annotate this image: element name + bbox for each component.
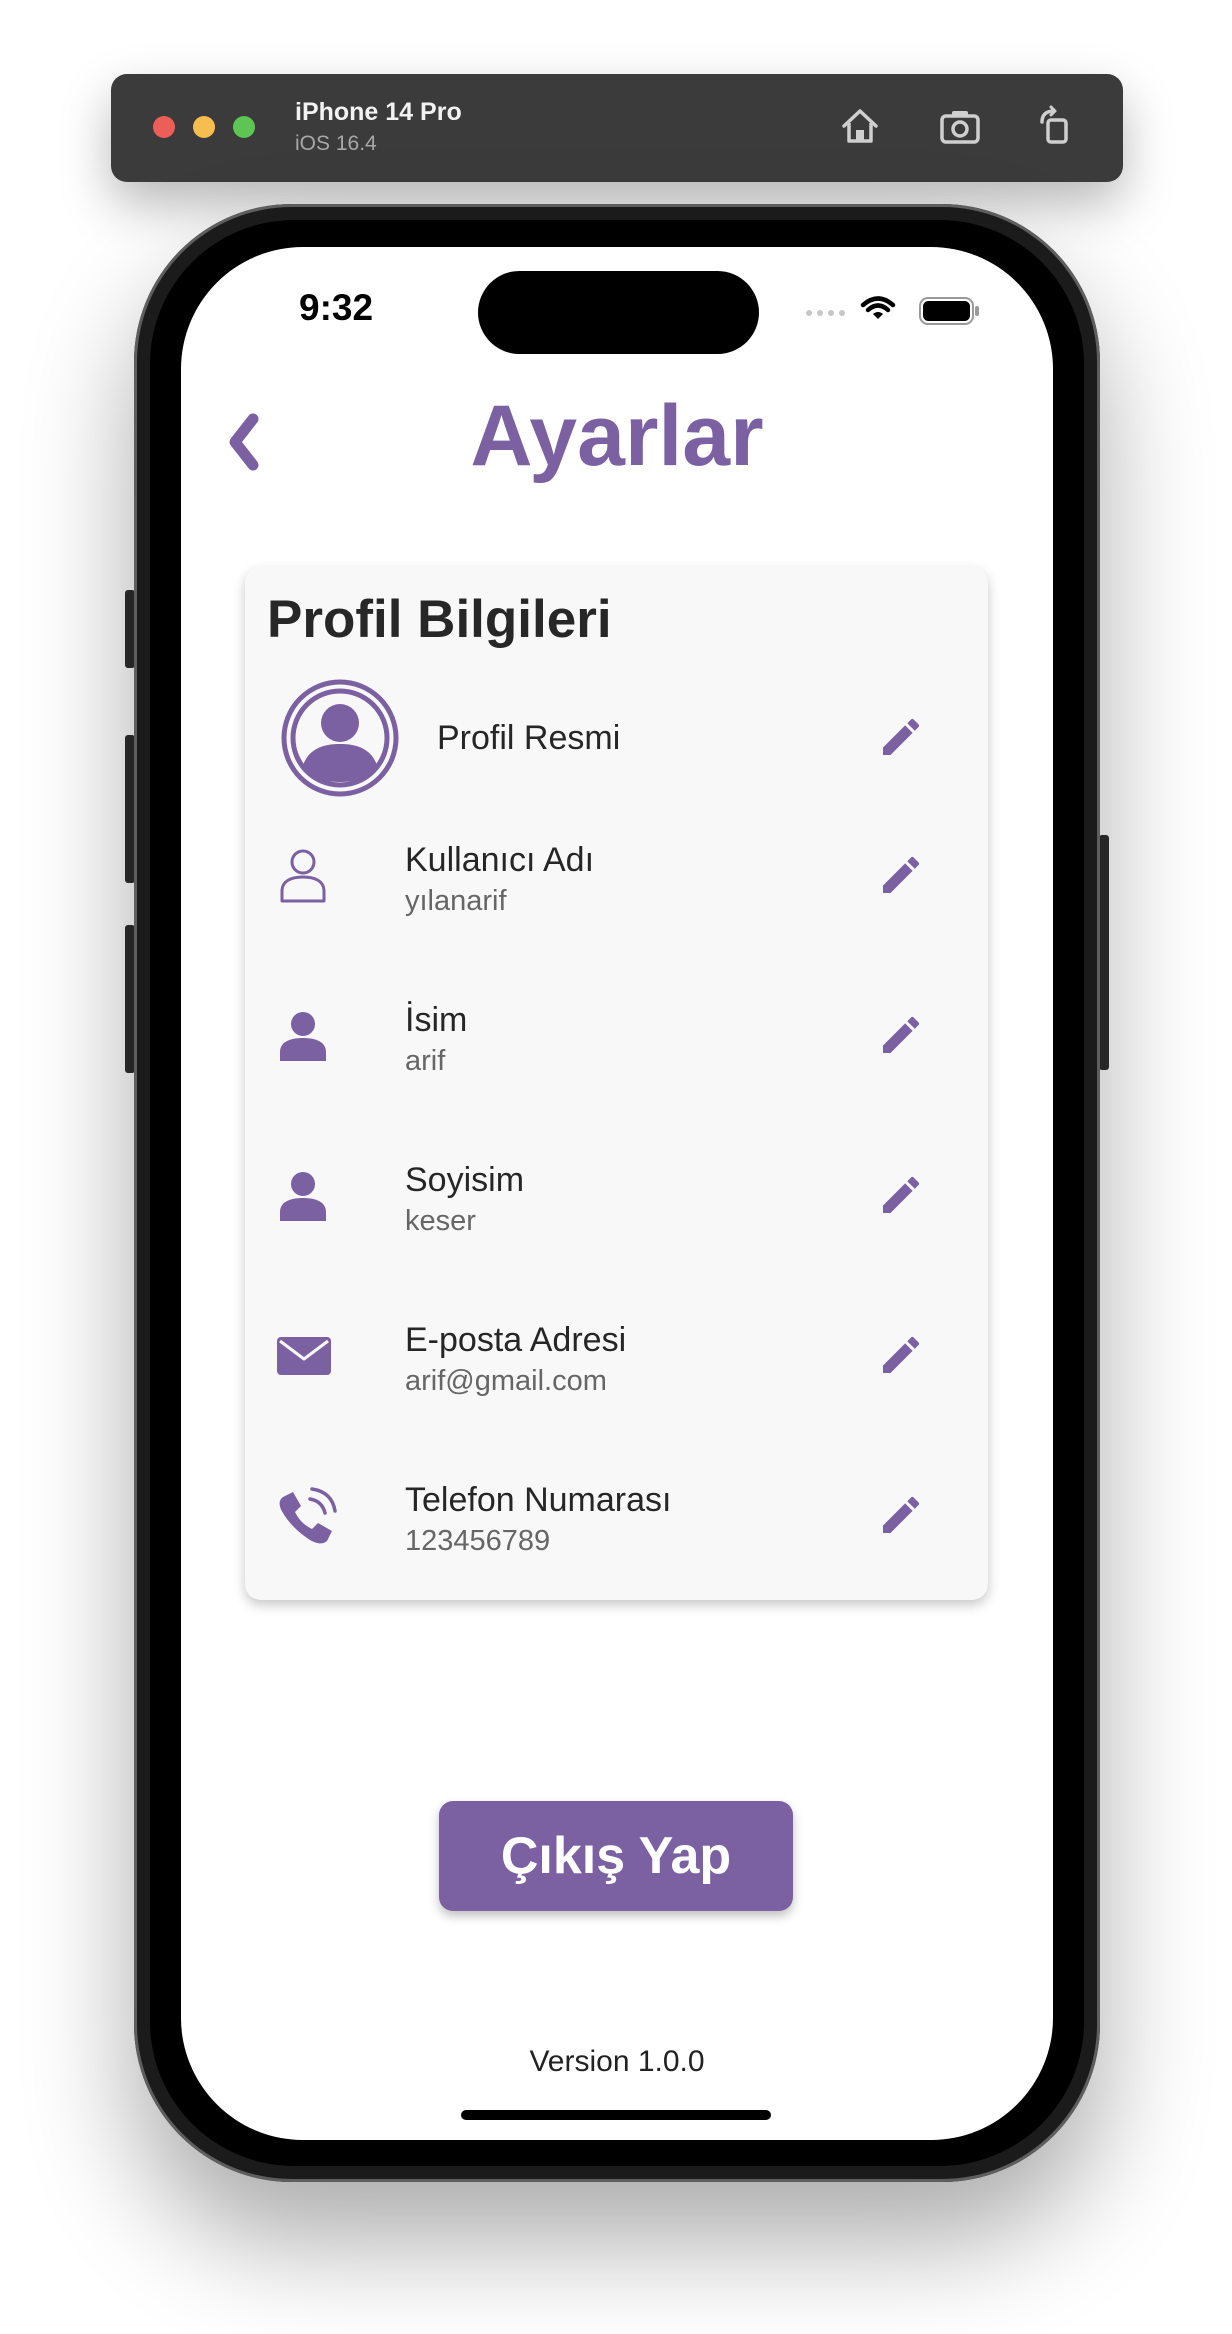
- simulator-window: iPhone 14 Pro iOS 16.4 9:32 Ayarlar Prof…: [0, 0, 1232, 2334]
- rotate-icon[interactable]: [1032, 102, 1080, 150]
- zoom-window-button[interactable]: [233, 116, 255, 138]
- phone-icon: [279, 1487, 337, 1544]
- home-indicator[interactable]: [461, 2110, 771, 2120]
- last-name-value: keser: [405, 1205, 476, 1237]
- home-icon[interactable]: [836, 102, 884, 150]
- user-outline-icon: [280, 849, 326, 903]
- edit-phone-number-icon[interactable]: [877, 1491, 925, 1539]
- last-name-label: Soyisim: [405, 1161, 525, 1199]
- status-icons: [806, 296, 979, 325]
- phone-number-value: 123456789: [405, 1525, 551, 1557]
- username-label: Kullanıcı Adı: [405, 841, 595, 879]
- first-name-row[interactable]: İsim arif: [245, 989, 988, 1109]
- person-icon: [280, 1172, 326, 1221]
- envelope-icon: [277, 1337, 331, 1375]
- app-version: Version 1.0.0: [529, 2045, 705, 2078]
- edit-email-icon[interactable]: [877, 1331, 925, 1379]
- avatar-icon[interactable]: [280, 678, 400, 798]
- signal-icon: [806, 310, 845, 316]
- edit-profile-picture-icon[interactable]: [877, 713, 925, 761]
- dynamic-island: [478, 271, 759, 354]
- person-icon: [280, 1012, 326, 1061]
- profile-card: Profil Bilgileri Profil Resmi Kullanıcı …: [245, 567, 988, 1600]
- profile-picture-label: Profil Resmi: [437, 719, 621, 757]
- wifi-icon: [860, 296, 896, 319]
- phone-screen: 9:32 Ayarlar Profil Bilgileri Profil Res…: [181, 247, 1053, 2140]
- first-name-value: arif: [405, 1045, 446, 1077]
- screenshot-icon[interactable]: [936, 102, 984, 150]
- first-name-label: İsim: [405, 1001, 468, 1039]
- email-value: arif@gmail.com: [405, 1365, 607, 1397]
- username-row[interactable]: Kullanıcı Adı yılanarif: [245, 829, 988, 949]
- edit-first-name-icon[interactable]: [877, 1011, 925, 1059]
- phone-number-label: Telefon Numarası: [405, 1481, 672, 1519]
- email-row[interactable]: E-posta Adresi arif@gmail.com: [245, 1309, 988, 1429]
- page-title: Ayarlar: [470, 388, 764, 484]
- battery-icon: [919, 297, 979, 325]
- card-title: Profil Bilgileri: [267, 590, 612, 649]
- edit-last-name-icon[interactable]: [877, 1171, 925, 1219]
- status-time: 9:32: [299, 287, 374, 328]
- power-button: [1099, 835, 1109, 1070]
- device-name: iPhone 14 Pro: [295, 98, 462, 126]
- edit-username-icon[interactable]: [877, 851, 925, 899]
- email-label: E-posta Adresi: [405, 1321, 627, 1359]
- phone-number-row[interactable]: Telefon Numarası 123456789: [245, 1469, 988, 1589]
- minimize-window-button[interactable]: [193, 116, 215, 138]
- username-value: yılanarif: [405, 885, 507, 917]
- last-name-row[interactable]: Soyisim keser: [245, 1149, 988, 1269]
- os-version: iOS 16.4: [295, 132, 377, 155]
- logout-button[interactable]: Çıkış Yap: [439, 1801, 793, 1911]
- close-window-button[interactable]: [153, 116, 175, 138]
